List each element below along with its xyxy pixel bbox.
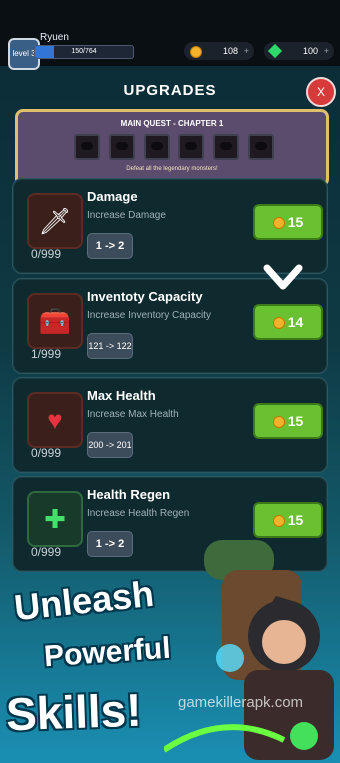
upgrade-count: 0/999 xyxy=(31,446,62,460)
top-bar: level 3 Ryuen 150/764 108 + 100 + xyxy=(0,0,340,70)
gem-value: 100 xyxy=(302,46,318,56)
buy-damage-button[interactable]: 15 xyxy=(253,204,323,240)
close-button[interactable]: X xyxy=(306,77,336,107)
coin-icon xyxy=(272,515,285,528)
xp-bar: 150/764 xyxy=(34,45,134,59)
monster-icon xyxy=(247,134,274,160)
upgrade-title: Health Regen xyxy=(87,487,171,502)
gold-plus-button[interactable]: + xyxy=(244,42,249,60)
gem-plus-button[interactable]: + xyxy=(324,42,329,60)
gem-icon xyxy=(267,43,283,59)
cost-label: 15 xyxy=(287,512,304,528)
main-quest-panel[interactable]: MAIN QUEST - CHAPTER 1 Defeat all the le… xyxy=(15,109,329,187)
upgrade-subtitle: Increase Damage xyxy=(87,210,166,221)
buy-inventory-button[interactable]: 14 xyxy=(253,304,323,340)
player-name: Ryuen xyxy=(40,32,69,43)
xp-text: 150/764 xyxy=(71,48,97,55)
chest-icon: 🧰 xyxy=(27,293,83,349)
promo-line-1: Unleash xyxy=(12,572,156,629)
buy-max-health-button[interactable]: 15 xyxy=(253,403,323,439)
watermark: gamekillerapk.com xyxy=(178,694,304,711)
promo-line-2: Powerful xyxy=(42,631,172,674)
monster-icon xyxy=(143,134,170,160)
upgrade-subtitle: Increase Max Health xyxy=(87,409,179,420)
coin-icon xyxy=(272,317,285,330)
coin-icon xyxy=(272,217,285,230)
page-title: UPGRADES xyxy=(123,82,217,99)
monster-icon xyxy=(178,134,205,160)
promo-line-3: Skills! xyxy=(5,683,143,741)
gold-value: 108 xyxy=(222,46,238,56)
upgrade-count: 0/999 xyxy=(31,545,62,559)
upgrade-change: 200 -> 201 xyxy=(87,432,133,458)
gem-currency[interactable]: 100 + xyxy=(264,42,334,60)
upgrade-change: 1 -> 2 xyxy=(87,233,133,259)
cost-label: 15 xyxy=(287,214,304,230)
heart-icon: ♥ xyxy=(27,392,83,448)
gold-currency[interactable]: 108 + xyxy=(184,42,254,60)
upgrade-subtitle: Increase Health Regen xyxy=(87,508,190,519)
monster-icon xyxy=(74,134,100,160)
hero-character-illustration xyxy=(164,540,334,760)
sword-icon: 🗡 xyxy=(27,193,83,249)
chevron-down-icon xyxy=(263,264,303,290)
coin-icon xyxy=(190,46,202,58)
quest-monster-list xyxy=(74,134,274,162)
upgrade-subtitle: Increase Inventory Capacity xyxy=(87,310,211,321)
cost-label: 15 xyxy=(287,413,304,429)
upgrade-count: 1/999 xyxy=(31,347,62,361)
upgrade-title: Max Health xyxy=(87,388,156,403)
buy-health-regen-button[interactable]: 15 xyxy=(253,502,323,538)
monster-icon xyxy=(108,134,135,160)
cost-label: 14 xyxy=(287,314,304,330)
plus-icon: ✚ xyxy=(27,491,83,547)
upgrade-card-inventory: 🧰 1/999 Inventoty Capacity Increase Inve… xyxy=(12,278,328,374)
monster-icon xyxy=(213,134,240,160)
upgrade-title: Inventoty Capacity xyxy=(87,289,203,304)
upgrade-title: Damage xyxy=(87,189,138,204)
quest-description: Defeat all the legendary monsters! xyxy=(126,166,218,172)
coin-icon xyxy=(272,416,285,429)
quest-title: MAIN QUEST - CHAPTER 1 xyxy=(120,119,224,128)
upgrade-card-max-health: ♥ 0/999 Max Health Increase Max Health 2… xyxy=(12,377,328,473)
upgrade-count: 0/999 xyxy=(31,247,62,261)
upgrade-change: 121 -> 122 xyxy=(87,333,133,359)
upgrade-change: 1 -> 2 xyxy=(87,531,133,557)
upgrade-card-damage: 🗡 0/999 Damage Increase Damage 1 -> 2 15 xyxy=(12,178,328,274)
